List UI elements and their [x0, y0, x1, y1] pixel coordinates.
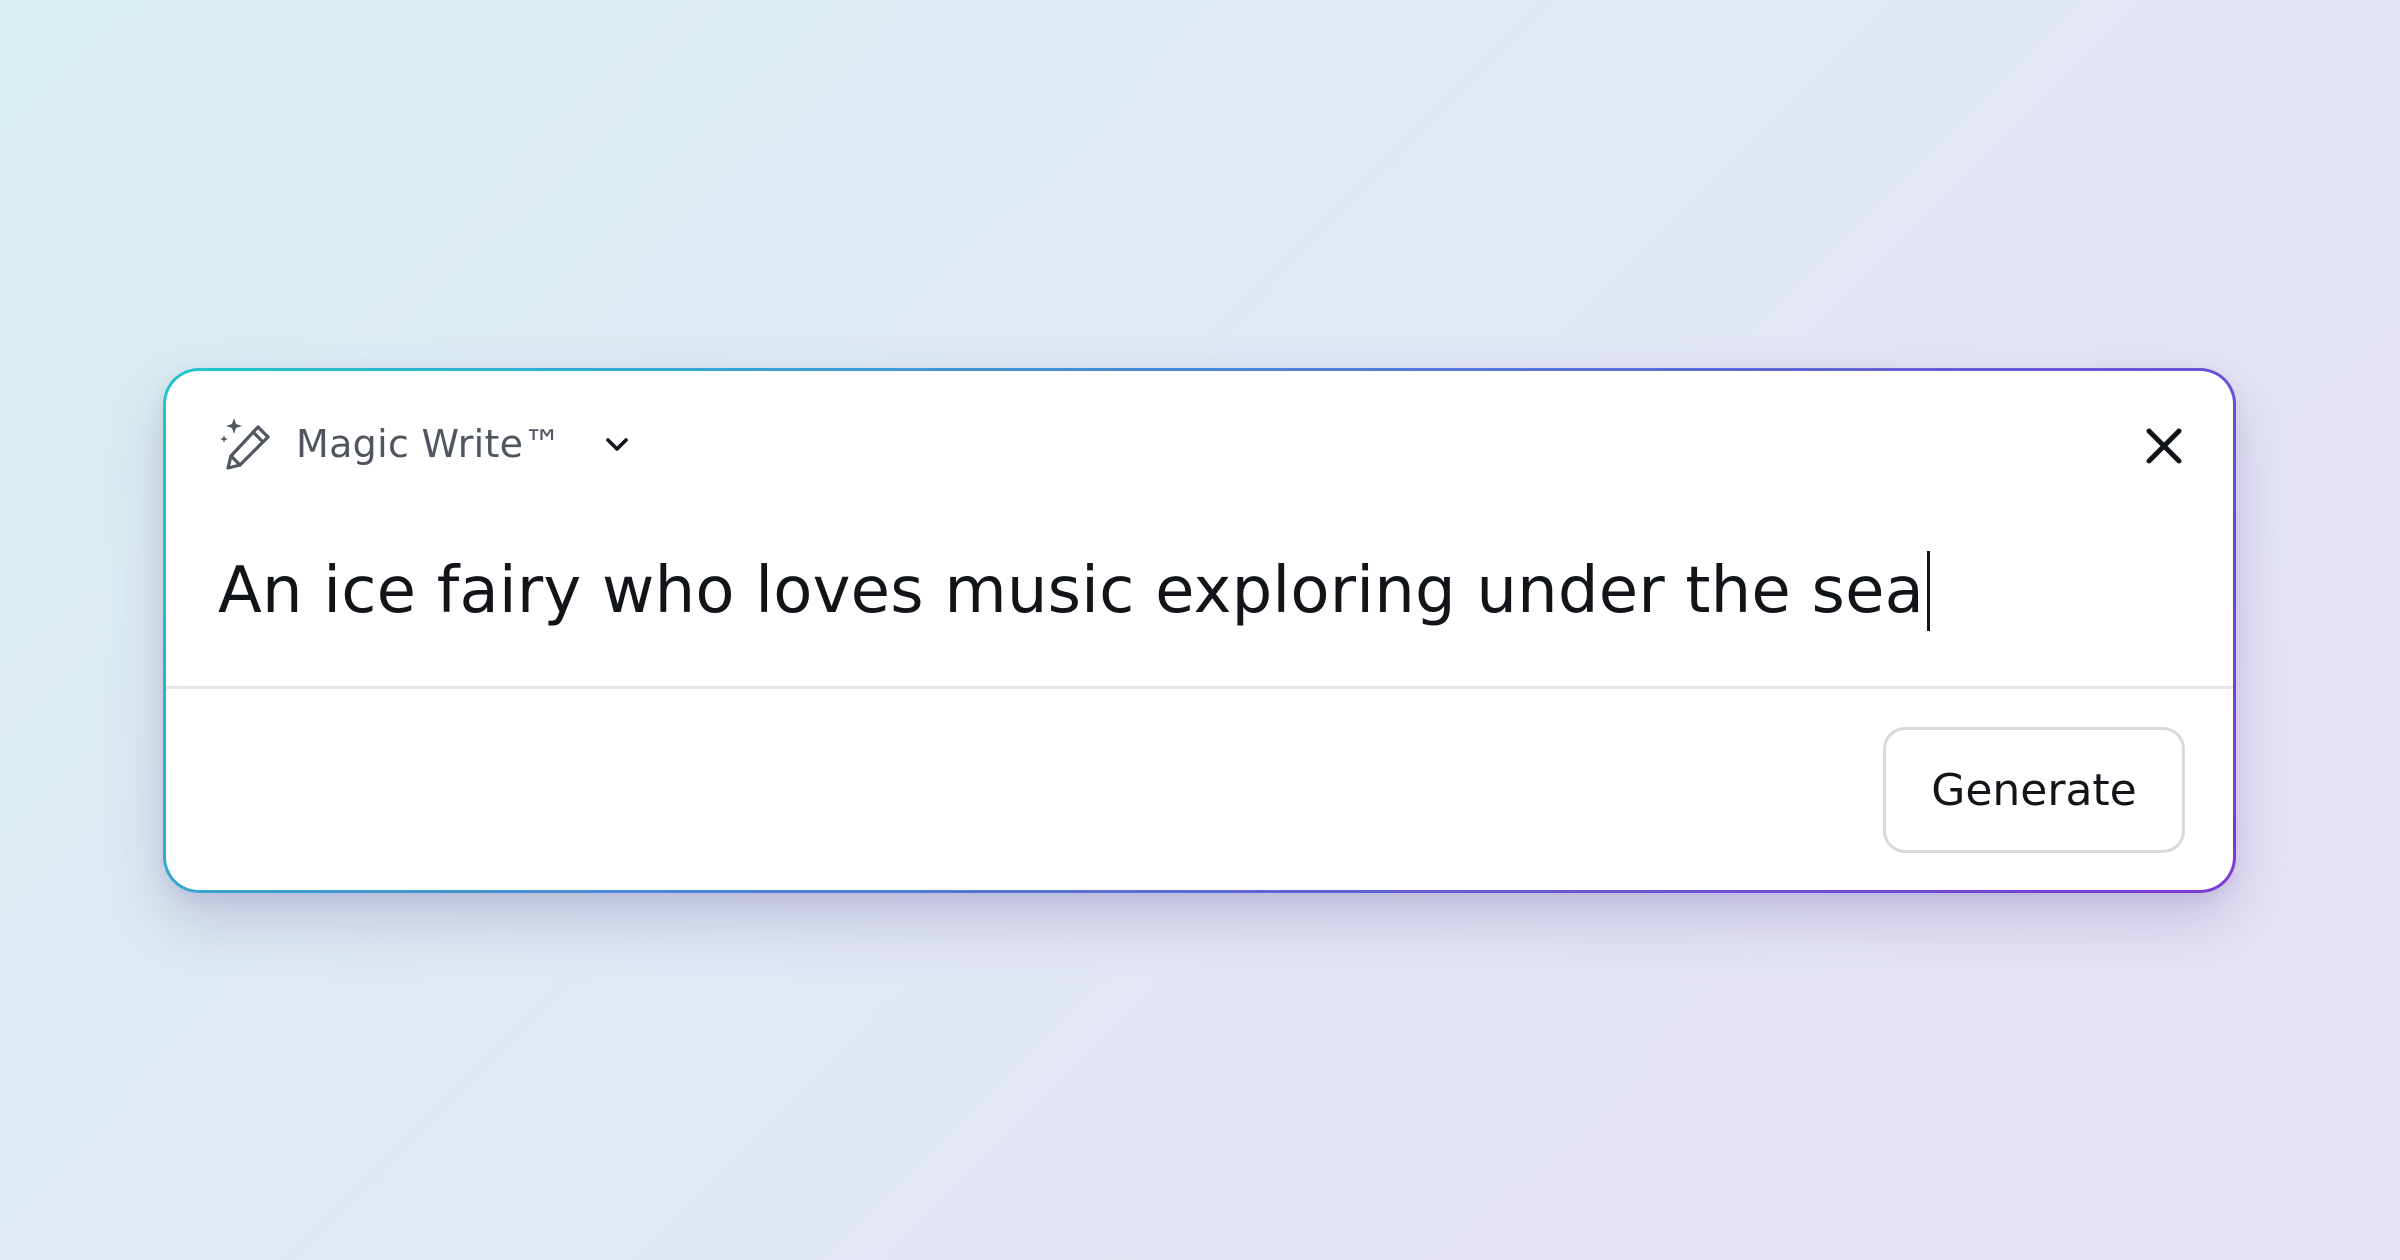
chevron-down-icon[interactable] — [598, 425, 636, 463]
magic-wand-pencil-icon — [220, 418, 270, 470]
divider — [166, 686, 2233, 689]
prompt-text: An ice fairy who loves music exploring u… — [218, 554, 1925, 628]
prompt-input[interactable]: An ice fairy who loves music exploring u… — [218, 546, 2181, 636]
generate-button[interactable]: Generate — [1883, 727, 2185, 853]
mode-label: Magic Write™ — [296, 422, 562, 466]
magic-write-dialog: Magic Write™ An ice fairy who loves musi… — [166, 371, 2233, 890]
close-icon[interactable] — [2141, 423, 2187, 469]
dialog-header: Magic Write™ — [218, 413, 636, 475]
text-caret — [1927, 551, 1931, 631]
magic-write-dialog-border: Magic Write™ An ice fairy who loves musi… — [163, 368, 2236, 893]
